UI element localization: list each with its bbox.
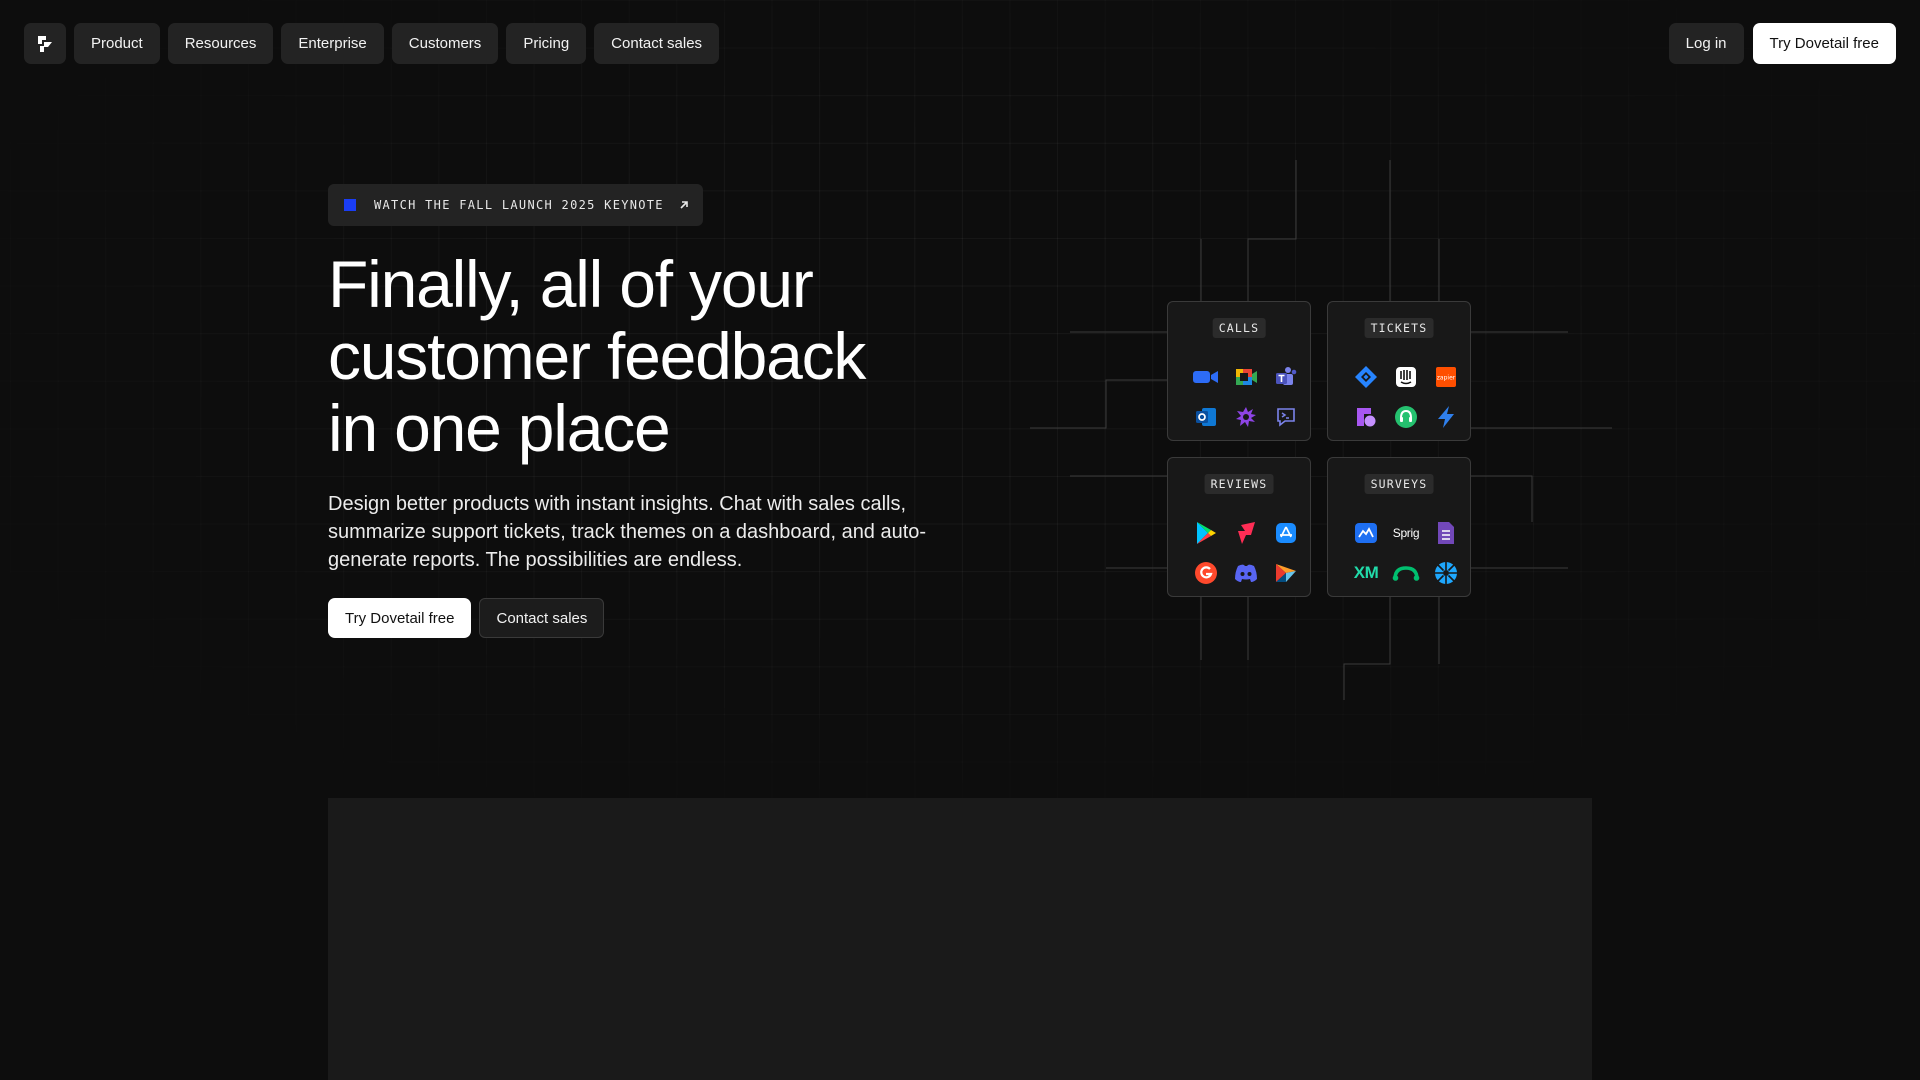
front-icon (1346, 397, 1386, 437)
app-store-icon (1266, 513, 1306, 553)
arrow-up-right-icon (678, 199, 690, 211)
zapier-icon: zapier (1426, 357, 1466, 397)
intercom-icon (1386, 357, 1426, 397)
capterra-icon (1266, 553, 1306, 593)
calls-card: CALLS (1167, 301, 1311, 441)
xm-wordmark: XM (1353, 563, 1379, 582)
surveys-icons: Sprig XM (1346, 513, 1466, 593)
qualtrics-xm-icon: XM (1346, 553, 1386, 593)
discord-icon (1226, 553, 1266, 593)
surveys-label: SURVEYS (1364, 474, 1434, 494)
lightning-icon (1426, 397, 1466, 437)
microsoft-teams-icon (1266, 357, 1306, 397)
google-meet-icon (1226, 357, 1266, 397)
nav-product[interactable]: Product (74, 23, 160, 64)
google-forms-icon (1426, 513, 1466, 553)
outlook-icon (1186, 397, 1226, 437)
headline-line-1: Finally, all of your (328, 247, 814, 321)
nav-resources[interactable]: Resources (167, 23, 274, 64)
badge-square-icon (344, 199, 356, 211)
g2-icon (1186, 553, 1226, 593)
zoom-icon (1186, 357, 1226, 397)
headline-line-2: customer feedback (328, 319, 866, 393)
headline-line-3: in one place (328, 391, 671, 465)
tickets-card: TICKETS zapier (1327, 301, 1471, 441)
calls-label: CALLS (1212, 318, 1266, 338)
jira-icon (1346, 357, 1386, 397)
bolt-red-icon (1226, 513, 1266, 553)
product-preview-panel (328, 798, 1592, 1080)
gong-icon (1226, 397, 1266, 437)
google-play-icon (1186, 513, 1226, 553)
calls-icons (1186, 357, 1306, 437)
hero-subtext: Design better products with instant insi… (328, 493, 927, 571)
logo-button[interactable] (24, 23, 66, 64)
cta-row: Try Dovetail free Contact sales (328, 598, 605, 638)
integrations-diagram: CALLS TICKETS zapier REVIEWS SURVEYS Spr… (1000, 160, 1620, 700)
sprig-icon: Sprig (1386, 513, 1426, 553)
cloud-survey-icon (1346, 513, 1386, 553)
tickets-icons: zapier (1346, 357, 1466, 437)
reviews-icons (1186, 513, 1306, 593)
nav-enterprise[interactable]: Enterprise (281, 23, 384, 64)
reviews-card: REVIEWS (1167, 457, 1311, 597)
tickets-label: TICKETS (1364, 318, 1434, 338)
nav-pricing[interactable]: Pricing (506, 23, 587, 64)
reviews-label: REVIEWS (1204, 474, 1274, 494)
chat-prompt-icon (1266, 397, 1306, 437)
try-free-button[interactable]: Try Dovetail free (328, 598, 472, 638)
nav-right: Log in Try Dovetail free (1668, 23, 1896, 64)
surveymonkey-icon (1386, 553, 1426, 593)
freshdesk-icon (1386, 397, 1426, 437)
svg-text:zapier: zapier (1437, 375, 1456, 382)
try-free-button-nav[interactable]: Try Dovetail free (1752, 23, 1896, 64)
wheel-icon (1426, 553, 1466, 593)
keynote-badge-link[interactable]: WATCH THE FALL LAUNCH 2025 KEYNOTE (328, 184, 703, 226)
hero-headline: Finally, all of your customer feedback i… (328, 248, 968, 464)
nav-contact-sales[interactable]: Contact sales (594, 23, 720, 64)
contact-sales-button[interactable]: Contact sales (479, 598, 605, 638)
badge-text: WATCH THE FALL LAUNCH 2025 KEYNOTE (374, 198, 664, 212)
dovetail-logo-icon (38, 35, 52, 52)
login-button[interactable]: Log in (1668, 23, 1744, 64)
surveys-card: SURVEYS Sprig XM (1327, 457, 1471, 597)
top-nav: Product Resources Enterprise Customers P… (24, 23, 1896, 64)
nav-customers[interactable]: Customers (391, 23, 499, 64)
sprig-wordmark: Sprig (1392, 526, 1420, 540)
